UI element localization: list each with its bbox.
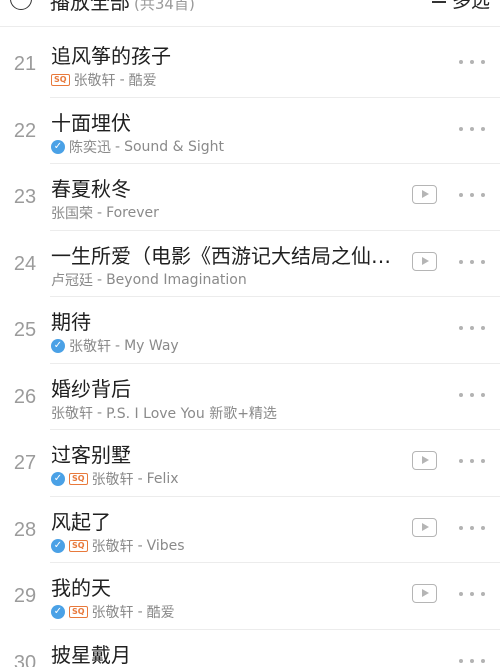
more-dots-icon[interactable] — [459, 120, 485, 138]
track-index: 28 — [13, 518, 37, 541]
song-title: 披星戴月 — [51, 642, 131, 667]
verified-check-icon: ✓ — [51, 538, 65, 553]
song-album: My Way — [124, 338, 179, 354]
more-dots-icon[interactable] — [459, 253, 485, 271]
more-dots-icon[interactable] — [459, 319, 485, 337]
mv-play-icon[interactable] — [412, 451, 437, 470]
song-artist: 卢冠廷 — [51, 272, 93, 289]
song-album: P.S. I Love You 新歌+精选 — [106, 405, 277, 422]
song-artist: 张敬轩 — [69, 339, 111, 355]
mv-play-icon[interactable] — [412, 251, 437, 271]
more-dots-icon[interactable] — [459, 452, 485, 470]
more-dots-icon[interactable] — [459, 585, 485, 603]
verified-check-icon: ✓ — [51, 139, 65, 154]
verified-check-icon: ✓ — [51, 339, 65, 353]
track-index: 21 — [13, 53, 37, 75]
more-dots-icon[interactable] — [459, 53, 485, 71]
song-row[interactable]: 29 我的天 ✓ SQ 张敬轩 - 酷爱 — [0, 563, 500, 630]
play-circle-icon[interactable] — [10, 0, 32, 10]
multiselect-button[interactable]: 多选 — [452, 0, 490, 13]
song-subtitle: ✓ 张敬轩 - My Way — [51, 336, 403, 356]
song-title: 十面埋伏 — [51, 110, 131, 135]
song-subtitle: ✓ SQ 张敬轩 - Vibes — [51, 536, 403, 556]
song-album: Forever — [106, 205, 159, 221]
song-separator: - — [137, 471, 143, 487]
song-artist: 张国荣 — [51, 206, 93, 222]
song-separator: - — [119, 72, 125, 88]
song-row[interactable]: 24一生所爱（电影《西游记大结局之仙履奇缘》插曲）卢冠廷 - Beyond Im… — [0, 231, 500, 298]
sq-quality-badge: SQ — [69, 473, 88, 485]
song-subtitle: SQ 张敬轩 - 酷爱 — [51, 70, 403, 90]
track-index: 24 — [13, 252, 37, 275]
song-album: Felix — [146, 471, 179, 487]
play-all-button[interactable]: 播放全部 (共34首) — [50, 0, 195, 15]
track-index: 26 — [13, 385, 37, 408]
song-row[interactable]: 28 风起了 ✓ SQ 张敬轩 - Vibes — [0, 497, 500, 564]
more-dots-icon[interactable] — [459, 652, 485, 667]
song-title: 过客别墅 — [51, 443, 131, 467]
song-row[interactable]: 27 过客别墅 ✓ SQ 张敬轩 - Felix — [0, 430, 500, 497]
song-separator: - — [97, 205, 103, 221]
sq-quality-badge: SQ — [69, 606, 88, 618]
song-title: 期待 — [51, 310, 91, 334]
song-album: Sound & Sight — [124, 138, 224, 155]
song-subtitle: 卢冠廷 - Beyond Imagination — [51, 270, 403, 290]
mv-play-icon[interactable] — [412, 517, 437, 537]
song-album: 酷爱 — [128, 73, 157, 89]
song-album: Beyond Imagination — [106, 271, 247, 288]
more-dots-icon[interactable] — [459, 186, 485, 204]
verified-check-icon: ✓ — [51, 472, 65, 486]
song-separator: - — [137, 604, 143, 620]
verified-check-icon: ✓ — [51, 605, 65, 619]
song-separator: - — [97, 404, 103, 421]
track-index: 23 — [13, 186, 37, 208]
list-check-icon[interactable] — [432, 0, 446, 4]
song-list: 21 追风筝的孩子 SQ 张敬轩 - 酷爱 22 十面埋伏 ✓ 陈奕迅 - Sound & S… — [0, 31, 500, 667]
song-separator: - — [97, 271, 103, 288]
song-title: 春夏秋冬 — [51, 177, 131, 201]
song-title: 追风筝的孩子 — [51, 44, 171, 68]
song-separator: - — [115, 338, 121, 354]
sq-quality-badge: SQ — [69, 539, 88, 552]
song-row[interactable]: 23 春夏秋冬 张国荣 - Forever — [0, 164, 500, 231]
play-all-count: (共34首) — [134, 0, 195, 13]
song-artist: 张敬轩 — [73, 73, 116, 89]
more-dots-icon[interactable] — [459, 519, 485, 537]
song-subtitle: 张敬轩 - P.S. I Love You 新歌+精选 — [51, 403, 403, 423]
track-index: 22 — [13, 119, 37, 142]
play-all-header: 播放全部 (共34首) 多选 — [0, 0, 500, 27]
song-artist: 张敬轩 — [51, 405, 93, 422]
song-subtitle: 张国荣 - Forever — [51, 203, 403, 223]
song-subtitle: ✓ 陈奕迅 - Sound & Sight — [51, 137, 403, 157]
song-title: 婚纱背后 — [51, 376, 131, 401]
song-separator: - — [137, 537, 143, 554]
sq-quality-badge: SQ — [51, 74, 70, 86]
song-artist: 张敬轩 — [91, 538, 134, 555]
song-row[interactable]: 21 追风筝的孩子 SQ 张敬轩 - 酷爱 — [0, 31, 500, 98]
song-title: 我的天 — [51, 576, 111, 600]
song-row[interactable]: 25 期待 ✓ 张敬轩 - My Way — [0, 297, 500, 364]
song-artist: 陈奕迅 — [69, 139, 111, 156]
song-album: 酷爱 — [146, 605, 175, 621]
track-index: 30 — [13, 651, 37, 667]
song-artist: 张敬轩 — [91, 605, 134, 621]
track-index: 25 — [13, 319, 37, 341]
song-row[interactable]: 30 披星戴月 — [0, 630, 500, 667]
play-all-label: 播放全部 — [50, 0, 130, 14]
more-dots-icon[interactable] — [459, 386, 485, 404]
song-row[interactable]: 22 十面埋伏 ✓ 陈奕迅 - Sound & Sight — [0, 98, 500, 165]
song-separator: - — [115, 138, 121, 155]
track-index: 27 — [13, 452, 37, 474]
song-list-screen: 播放全部 (共34首) 多选 21 追风筝的孩子 SQ 张敬轩 - 酷爱 22 十面埋伏 ✓ 陈… — [0, 0, 500, 667]
song-row[interactable]: 26 婚纱背后 张敬轩 - P.S. I Love You 新歌+精选 — [0, 364, 500, 431]
song-title: 风起了 — [51, 509, 111, 534]
song-artist: 张敬轩 — [91, 472, 134, 488]
song-album: Vibes — [146, 537, 185, 554]
mv-play-icon[interactable] — [412, 185, 437, 204]
song-subtitle: ✓ SQ 张敬轩 - Felix — [51, 469, 403, 489]
song-title: 一生所爱（电影《西游记大结局之仙履奇缘》插曲） — [51, 243, 403, 268]
song-subtitle: ✓ SQ 张敬轩 - 酷爱 — [51, 602, 403, 622]
track-index: 29 — [13, 585, 37, 607]
mv-play-icon[interactable] — [412, 584, 437, 603]
